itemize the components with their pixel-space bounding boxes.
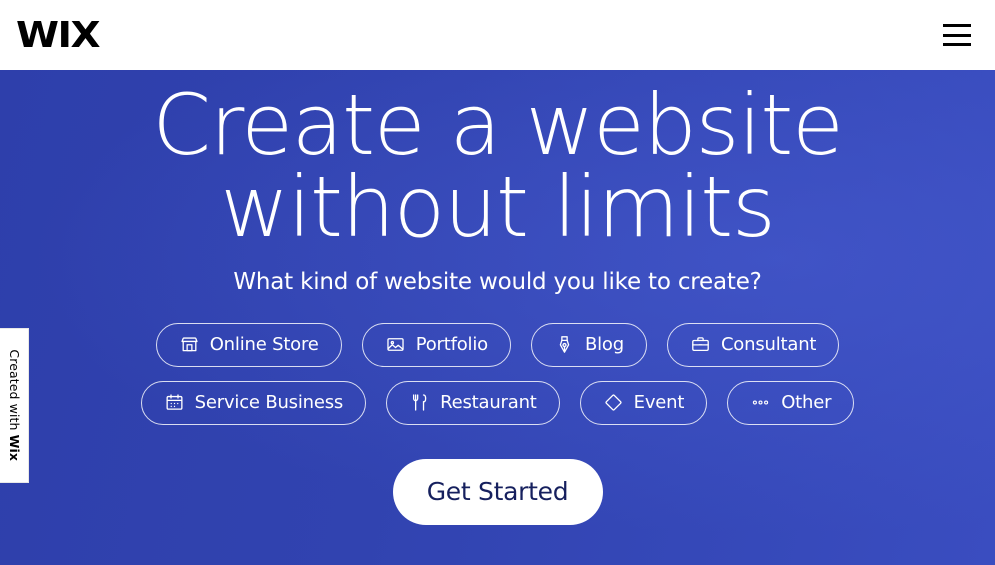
storefront-icon bbox=[179, 334, 200, 355]
category-selector: Online Store Portfolio Blog Consultant S… bbox=[138, 322, 858, 425]
category-restaurant[interactable]: Restaurant bbox=[386, 380, 560, 425]
image-icon bbox=[385, 334, 406, 355]
hamburger-menu-icon[interactable] bbox=[943, 24, 971, 46]
ellipsis-icon bbox=[750, 392, 771, 413]
category-event[interactable]: Event bbox=[579, 380, 708, 425]
page-title: Create a website without limits bbox=[152, 76, 843, 257]
created-with-wix-label: Created with Wix bbox=[7, 349, 23, 462]
pen-nib-icon bbox=[554, 334, 575, 355]
calendar-icon bbox=[164, 392, 185, 413]
hero-subtitle: What kind of website would you like to c… bbox=[233, 268, 762, 295]
category-label: Consultant bbox=[720, 333, 817, 355]
category-online-store[interactable]: Online Store bbox=[155, 322, 342, 367]
hamburger-line-1 bbox=[943, 24, 971, 27]
fork-knife-icon bbox=[409, 392, 430, 413]
created-with-wix-badge[interactable]: Created with Wix bbox=[0, 328, 29, 483]
category-label: Restaurant bbox=[440, 391, 537, 413]
briefcase-icon bbox=[690, 334, 711, 355]
hamburger-line-3 bbox=[943, 43, 971, 46]
category-row-1: Online Store Portfolio Blog Consultant bbox=[138, 322, 858, 367]
category-label: Blog bbox=[584, 333, 624, 355]
badge-brand: Wix bbox=[7, 434, 23, 462]
category-label: Portfolio bbox=[415, 333, 488, 355]
site-header: WIX bbox=[0, 0, 995, 70]
category-service-business[interactable]: Service Business bbox=[140, 380, 367, 425]
category-label: Online Store bbox=[209, 333, 319, 355]
wix-logo[interactable]: WIX bbox=[16, 17, 101, 53]
category-label: Other bbox=[781, 391, 832, 413]
hamburger-line-2 bbox=[943, 33, 971, 37]
badge-prefix: Created with bbox=[7, 349, 23, 435]
category-consultant[interactable]: Consultant bbox=[666, 322, 840, 367]
category-other[interactable]: Other bbox=[727, 380, 855, 425]
category-blog[interactable]: Blog bbox=[530, 322, 647, 367]
get-started-button[interactable]: Get Started bbox=[392, 458, 603, 525]
cta-container: Get Started bbox=[0, 458, 995, 525]
hero-section: Create a website without limits What kin… bbox=[0, 70, 995, 565]
category-label: Event bbox=[633, 391, 685, 413]
category-portfolio[interactable]: Portfolio bbox=[361, 322, 511, 367]
category-label: Service Business bbox=[194, 391, 344, 413]
ticket-icon bbox=[603, 392, 624, 413]
category-row-2: Service Business Restaurant Event Other bbox=[138, 380, 858, 425]
